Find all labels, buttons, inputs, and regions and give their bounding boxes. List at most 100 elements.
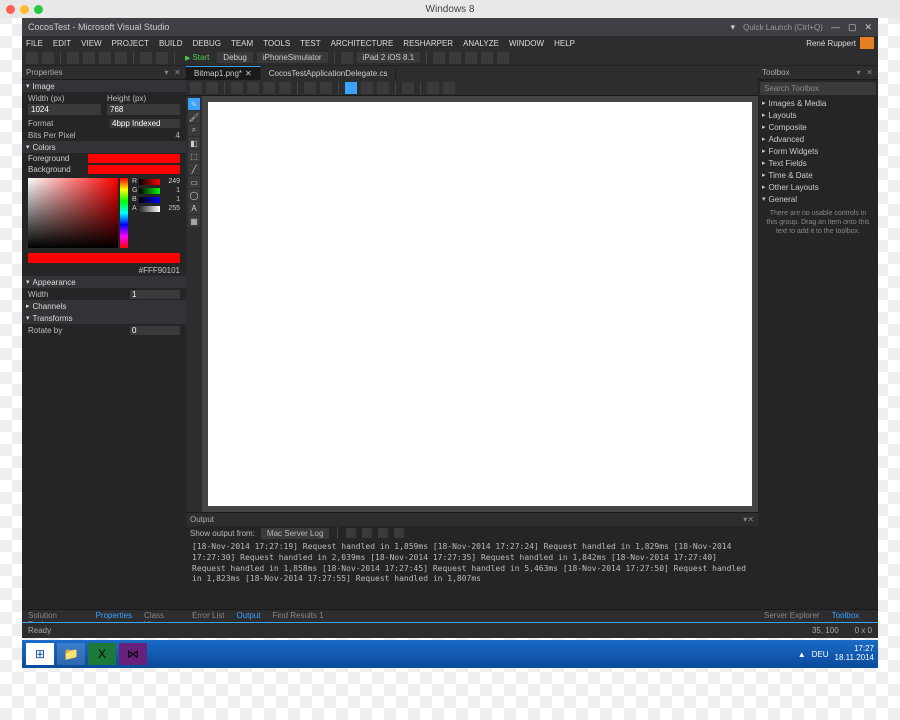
section-transforms[interactable]: Transforms [22,312,186,324]
menu-team[interactable]: TEAM [231,39,253,48]
menu-resharper[interactable]: RESHARPER [403,39,453,48]
tab-error-list[interactable]: Error List [186,610,230,622]
menu-build[interactable]: BUILD [159,39,183,48]
saveall-icon[interactable] [115,52,127,64]
tb-icon[interactable] [481,52,493,64]
tray-lang[interactable]: DEU [812,650,829,659]
menu-tools[interactable]: TOOLS [263,39,290,48]
out-icon[interactable] [378,528,388,538]
tb-icon[interactable] [465,52,477,64]
select-tool-icon[interactable]: ▦ [188,215,200,227]
tb-icon[interactable] [433,52,445,64]
nav-fwd-icon[interactable] [42,52,54,64]
out-icon[interactable] [394,528,404,538]
b-slider[interactable] [139,197,160,203]
redo-icon[interactable] [156,52,168,64]
menu-view[interactable]: VIEW [81,39,101,48]
cat-composite[interactable]: Composite [758,121,878,133]
device-icon[interactable] [341,52,353,64]
brush-tool-icon[interactable]: 🖌 [188,111,200,123]
device-selector[interactable]: iPad 2 iOS 8.1 [357,52,421,63]
menu-debug[interactable]: DEBUG [193,39,221,48]
rect-tool-icon[interactable]: ▭ [188,176,200,188]
app-width-input[interactable]: 1 [130,290,180,299]
notify-icon[interactable]: ▾ [731,22,736,33]
et-icon[interactable] [206,82,218,94]
save-icon[interactable] [99,52,111,64]
menu-edit[interactable]: EDIT [53,39,71,48]
cat-other-layouts[interactable]: Other Layouts [758,181,878,193]
user-avatar[interactable] [860,37,874,49]
et-icon[interactable] [361,82,373,94]
height-input[interactable]: 768 [107,104,180,115]
hue-slider[interactable] [120,178,128,248]
section-image[interactable]: Image [22,80,186,92]
et-icon[interactable] [304,82,316,94]
pencil-tool-icon[interactable]: ✎ [188,98,200,110]
config-selector[interactable]: Debug [217,52,253,63]
max-icon[interactable]: ▢ [848,22,857,33]
cat-form-widgets[interactable]: Form Widgets [758,145,878,157]
toolbox-search[interactable]: Search Toolbox [760,82,876,95]
platform-selector[interactable]: iPhoneSimulator [257,52,328,63]
tb-icon[interactable] [449,52,461,64]
g-slider[interactable] [139,188,160,194]
section-channels[interactable]: Channels [22,300,186,312]
tab-server-explorer[interactable]: Server Explorer [758,610,826,622]
a-slider[interactable] [139,206,160,212]
taskbar-explorer-icon[interactable]: 📁 [57,643,85,665]
b-value[interactable]: 1 [162,196,180,203]
section-appearance[interactable]: Appearance [22,276,186,288]
menu-project[interactable]: PROJECT [112,39,149,48]
a-value[interactable]: 255 [162,205,180,212]
et-icon[interactable] [443,82,455,94]
cat-general[interactable]: General [758,193,878,205]
et-icon[interactable] [345,82,357,94]
bitmap-canvas[interactable] [208,102,752,506]
g-value[interactable]: 1 [162,187,180,194]
taskbar-clock[interactable]: 17:27 18.11.2014 [835,645,874,663]
taskbar-vs-icon[interactable]: ⋈ [119,643,147,665]
et-icon[interactable] [263,82,275,94]
close-tab-icon[interactable]: ✕ [245,69,252,78]
format-select[interactable]: 4bpp Indexed [110,119,180,128]
et-icon[interactable] [402,82,414,94]
et-icon[interactable] [231,82,243,94]
menu-file[interactable]: FILE [26,39,43,48]
fg-swatch[interactable] [88,154,180,163]
r-slider[interactable] [139,179,160,185]
close-panel-icon[interactable]: ✕ [865,68,874,77]
new-icon[interactable] [67,52,79,64]
menu-arch[interactable]: ARCHITECTURE [331,39,394,48]
quick-launch[interactable]: Quick Launch (Ctrl+Q) [743,23,823,32]
eyedropper-tool-icon[interactable]: ⌕ [188,124,200,136]
hex-value[interactable]: #FFF90101 [139,266,180,275]
tab-solution-explorer[interactable]: Solution Explorer [22,610,90,622]
line-tool-icon[interactable]: ╱ [188,163,200,175]
eraser-tool-icon[interactable]: ◧ [188,137,200,149]
min-icon[interactable]: — [831,22,840,32]
cat-images[interactable]: Images & Media [758,97,878,109]
et-icon[interactable] [279,82,291,94]
menu-help[interactable]: HELP [554,39,575,48]
close-icon[interactable]: ✕ [864,22,872,33]
start-button-win[interactable]: ⊞ [26,643,54,665]
open-icon[interactable] [83,52,95,64]
cat-layouts[interactable]: Layouts [758,109,878,121]
et-icon[interactable] [377,82,389,94]
wrap-icon[interactable] [362,528,372,538]
pin-icon[interactable]: ▾ [162,68,171,77]
ellipse-tool-icon[interactable]: ◯ [188,189,200,201]
tray-icon[interactable]: ▲ [798,650,806,659]
tab-toolbox[interactable]: Toolbox [826,610,866,622]
width-input[interactable]: 1024 [28,104,101,115]
canvas-viewport[interactable] [202,96,758,512]
clear-output-icon[interactable] [346,528,356,538]
close-panel-icon[interactable]: ✕ [173,68,182,77]
cat-advanced[interactable]: Advanced [758,133,878,145]
cat-time-date[interactable]: Time & Date [758,169,878,181]
output-source-select[interactable]: Mac Server Log [261,528,329,539]
rotate-input[interactable]: 0 [130,326,180,335]
et-icon[interactable] [190,82,202,94]
tab-properties[interactable]: Properties [90,610,138,622]
